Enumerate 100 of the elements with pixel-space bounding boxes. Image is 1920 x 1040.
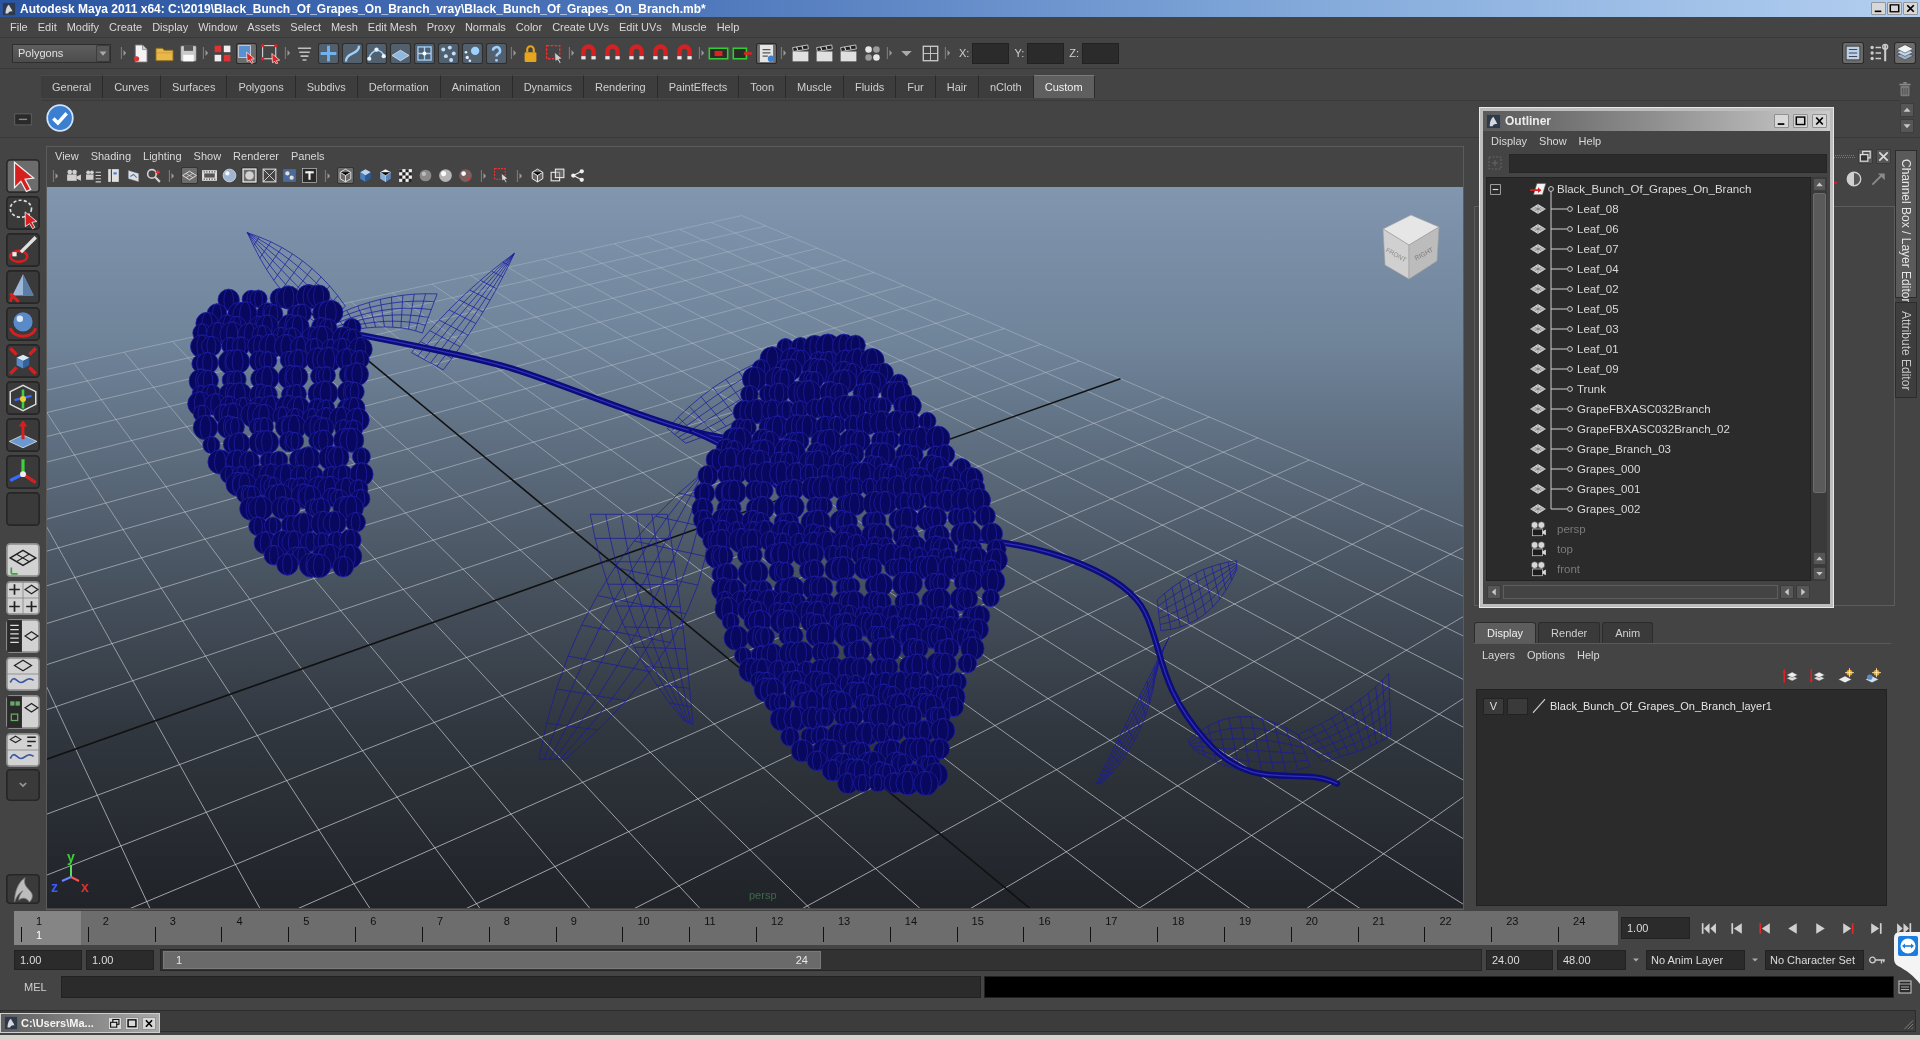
maximize-icon[interactable] [1887,2,1902,15]
grid-box-icon[interactable] [414,42,435,64]
shelf-tab[interactable]: Toon [739,75,787,98]
menu-item[interactable]: Window [193,17,243,37]
menu-item[interactable]: Display [1485,135,1534,147]
layer-stack-icon[interactable] [1894,42,1916,64]
plus-icon[interactable] [318,42,339,64]
shelf-tab[interactable]: Surfaces [161,75,228,98]
gate-icon[interactable] [241,167,258,184]
time-slider-track[interactable]: 1 1 2 3 4 5 6 7 8 9 10 11 12 13 14 15 16 17 18 19 20 21 22 23 24 [14,911,1618,945]
outliner-item[interactable]: Leaf_03 [1577,323,1619,335]
scrollbar-thumb[interactable] [1503,585,1778,599]
checker-icon[interactable] [397,167,414,184]
magnifier-icon[interactable] [145,167,162,184]
shelf-tab[interactable]: Muscle [786,75,844,98]
clapperboard-icon[interactable] [814,42,835,64]
range-slider-track[interactable]: 1 24 [160,948,1482,971]
layer-editor-tab[interactable]: Display [1474,622,1537,643]
light-ball-icon[interactable] [457,167,474,184]
wireframe-cube-icon[interactable] [337,167,354,184]
outliner-item[interactable]: Grapes_001 [1577,483,1641,495]
sphere-icon[interactable] [221,167,238,184]
outliner-item[interactable]: GrapeFBXASC032Branch [1577,403,1711,415]
cube-scale-icon[interactable] [6,344,40,378]
outliner-item[interactable]: Grapes_000 [1577,463,1641,475]
sphere-dots-icon[interactable] [462,42,483,64]
shelf-tab[interactable]: Dynamics [512,75,584,98]
shelf-tab[interactable]: Animation [440,75,513,98]
menu-item[interactable]: Assets [242,17,286,37]
menu-item[interactable]: Select [285,17,326,37]
menu-item[interactable]: Help [711,17,745,37]
menu-item[interactable]: Show [187,150,228,162]
scroll-up-icon[interactable] [1900,102,1914,117]
menu-item[interactable]: Renderer [227,150,285,162]
collapse-icon[interactable] [1489,182,1502,196]
shelf-tab[interactable]: Rendering [583,75,658,98]
maximize-icon[interactable] [125,1016,139,1030]
four-view-layout-icon[interactable] [6,581,40,615]
tool-settings-icon[interactable] [1868,42,1890,64]
panel-list-icon[interactable] [1842,42,1864,64]
start-time-field[interactable]: 1.00 [14,949,82,970]
float-window-icon[interactable] [1858,148,1873,164]
shelf-tab[interactable]: Subdivs [295,75,358,98]
filter-field[interactable] [1509,153,1827,173]
single-view-layout-icon[interactable] [6,543,40,577]
diagonal-arrow-icon[interactable] [1869,170,1887,188]
menu-item[interactable]: Mesh [325,17,363,37]
layers-down-arrow-icon[interactable] [1809,667,1827,685]
template-toggle[interactable] [1507,697,1528,715]
layer-sphere-sparkle-icon[interactable] [1863,667,1881,685]
menu-item[interactable]: Help [1572,135,1608,147]
script-editor-icon[interactable] [1897,978,1913,995]
shelf-tab[interactable]: PaintEffects [657,75,740,98]
nodes-icon[interactable] [569,167,586,184]
layer-sparkle-icon[interactable] [1836,667,1854,685]
isolate-select-icon[interactable] [493,167,510,184]
layer-name[interactable]: Black_Bunch_Of_Grapes_On_Branch_layer1 [1550,700,1772,712]
command-output-field[interactable] [984,975,1894,998]
menu-item[interactable]: Create UVs [547,17,614,37]
outliner-item[interactable]: Grape_Branch_03 [1577,443,1671,455]
light-ball-icon[interactable] [437,167,454,184]
restore-icon[interactable] [108,1016,122,1030]
outliner-view-layout-icon[interactable] [6,619,40,653]
menu-item[interactable]: Edit Mesh [362,17,422,37]
layer-editor-tab[interactable]: Render [1538,622,1601,643]
outliner-item[interactable]: GrapeFBXASC032Branch_02 [1577,423,1730,435]
clapperboard-icon[interactable] [790,42,811,64]
cube-cursor-icon[interactable] [236,42,257,64]
minimize-icon[interactable] [1774,114,1789,128]
menu-item[interactable]: Help [1570,648,1606,661]
anim-layer-dropdown[interactable]: No Anim Layer [1646,949,1745,970]
menu-item[interactable]: Create [104,17,148,37]
shelf-tab[interactable]: Custom [1033,75,1095,98]
scroll-left-icon[interactable] [1487,585,1501,599]
scroll-down-icon[interactable] [1900,118,1914,133]
caret-icon[interactable] [96,44,110,62]
minimize-icon[interactable] [1871,2,1886,15]
scrollbar-thumb[interactable] [1812,193,1826,493]
shelf-tab[interactable]: Polygons [227,75,296,98]
close-icon[interactable] [1903,2,1918,15]
dashed-select-icon[interactable] [544,42,565,64]
shaded-ball-icon[interactable] [417,167,434,184]
surface-arrows-icon[interactable] [6,418,40,452]
range-slider-bar[interactable]: 1 24 [163,950,821,969]
scroll-left-icon[interactable] [1780,585,1794,599]
minimized-window[interactable]: C:\Users\Ma... [0,1013,160,1033]
lasso-select-icon[interactable] [6,196,40,230]
outliner-item[interactable]: Leaf_01 [1577,343,1619,355]
menu-item[interactable]: Options [1521,648,1571,661]
plane-icon[interactable] [390,42,411,64]
side-tab[interactable]: Attribute Editor [1895,302,1917,398]
mode-dropdown[interactable]: Polygons [12,43,111,63]
menu-item[interactable]: Edit UVs [614,17,667,37]
axis-manipulator-icon[interactable] [6,455,40,489]
scroll-up-icon[interactable] [1812,178,1826,191]
paint-brush-icon[interactable] [6,233,40,267]
cube-outline-icon[interactable] [529,167,546,184]
shelf-tab[interactable]: General [41,75,104,98]
close-icon[interactable] [142,1016,156,1030]
component-points-icon[interactable] [260,42,281,64]
